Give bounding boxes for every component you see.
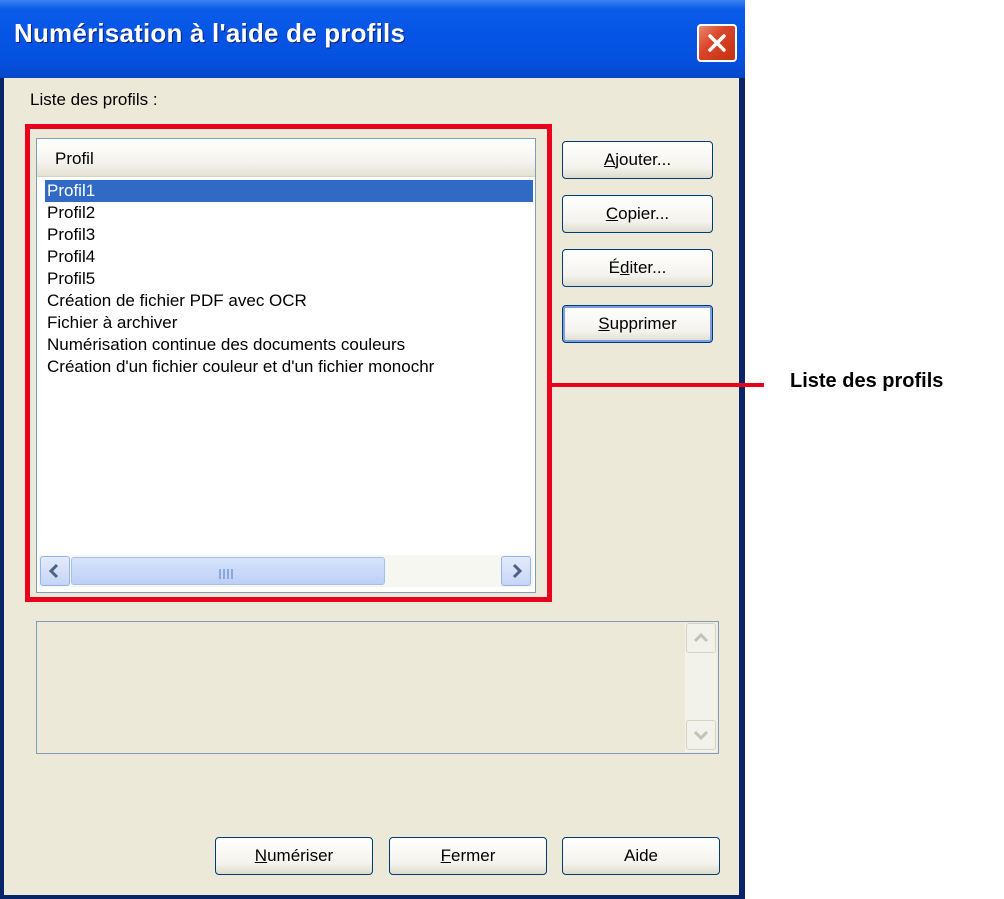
close-label: ermer (450, 846, 496, 865)
chevron-down-icon (693, 730, 709, 741)
scroll-down-button[interactable] (686, 720, 716, 750)
highlight-frame (25, 124, 552, 602)
profile-list-label: Liste des profils : (30, 90, 158, 109)
help-button[interactable]: Aide (562, 837, 720, 875)
edit-label: iter... (629, 258, 667, 277)
close-icon (708, 34, 726, 52)
delete-mnemonic: S (598, 314, 610, 333)
chevron-up-icon (693, 632, 709, 643)
copy-label: opier... (618, 204, 670, 223)
help-label: Aide (623, 846, 659, 865)
copy-button[interactable]: Copier... (562, 195, 713, 233)
close-button[interactable] (697, 24, 737, 62)
edit-pre: É (608, 258, 620, 277)
scroll-up-button[interactable] (686, 623, 716, 653)
add-button[interactable]: Ajouter... (562, 141, 713, 179)
scan-label: umériser (267, 846, 334, 865)
close-mnemonic: F (440, 846, 451, 865)
close-dialog-button[interactable]: Fermer (389, 837, 547, 875)
title-bar[interactable]: Numérisation à l'aide de profils (0, 0, 745, 78)
callout-label: Liste des profils (790, 370, 944, 392)
edit-button[interactable]: Éditer... (562, 249, 713, 287)
window-title: Numérisation à l'aide de profils (14, 18, 406, 48)
scan-mnemonic: N (254, 846, 268, 865)
delete-label: upprimer (609, 314, 677, 333)
description-box[interactable] (36, 621, 719, 754)
delete-button[interactable]: Supprimer (562, 305, 713, 343)
add-label: jouter... (615, 150, 672, 169)
vertical-scrollbar[interactable] (685, 623, 717, 752)
scan-button[interactable]: Numériser (215, 837, 373, 875)
add-mnemonic: A (603, 150, 616, 169)
callout-line (552, 383, 764, 387)
copy-mnemonic: C (605, 204, 619, 223)
